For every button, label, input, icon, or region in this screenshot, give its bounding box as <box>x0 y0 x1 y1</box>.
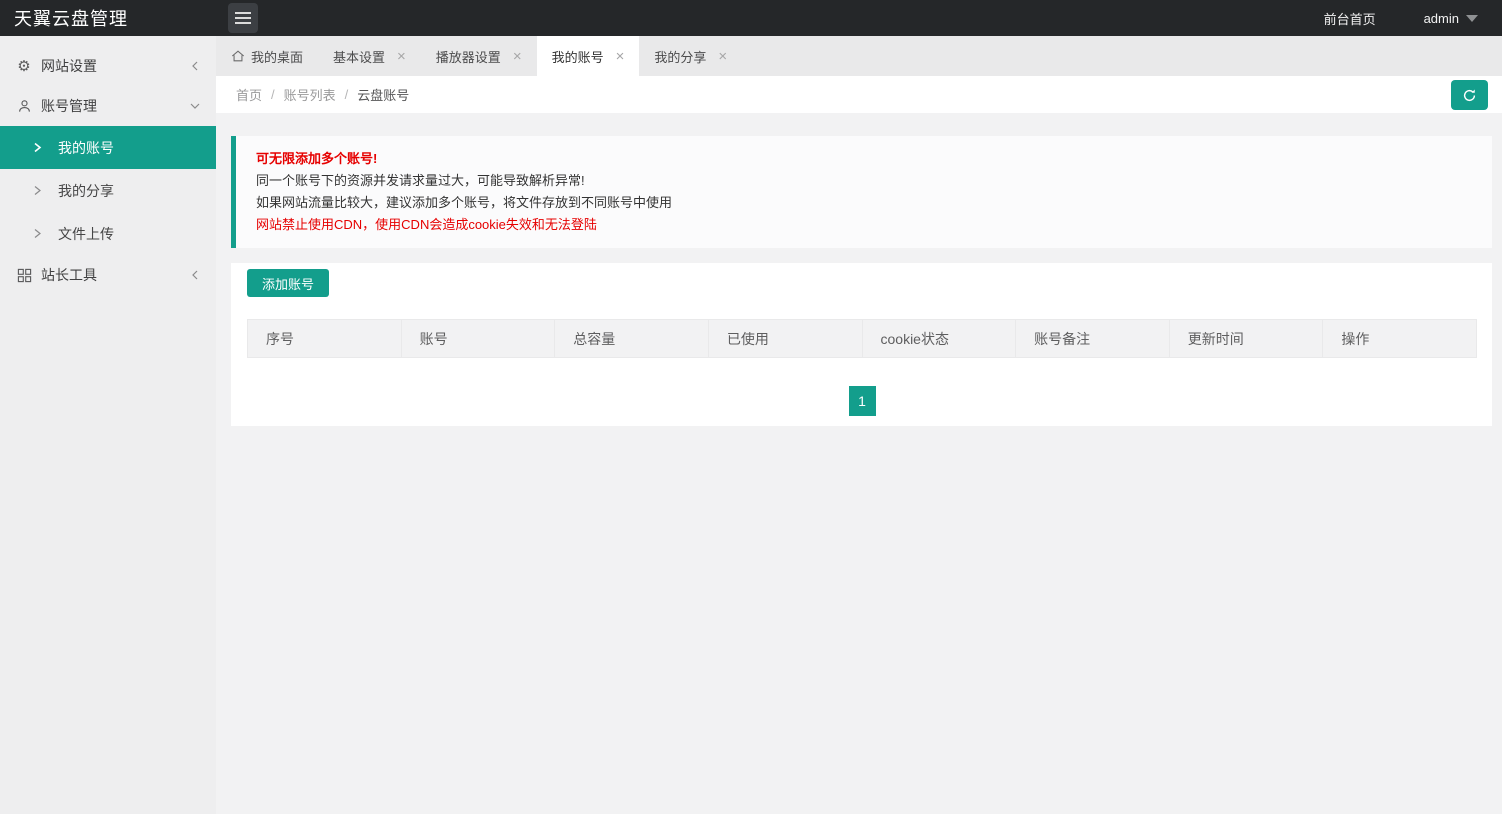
sidebar-subitem-my-shares[interactable]: 我的分享 <box>0 169 216 212</box>
grid-icon <box>16 267 32 283</box>
sidebar-subitem-label: 我的分享 <box>58 182 114 199</box>
breadcrumb-separator: / <box>271 87 275 102</box>
tab-my-shares[interactable]: 我的分享 × <box>639 36 742 76</box>
col-cookie-status: cookie状态 <box>861 319 1017 358</box>
tab-basic-settings[interactable]: 基本设置 × <box>318 36 421 76</box>
topbar-right: 前台首页 admin <box>1324 9 1502 28</box>
table-header-row: 序号 账号 总容量 已使用 cookie状态 账号备注 更新时间 操作 <box>247 319 1477 358</box>
accounts-panel: 添加账号 序号 账号 总容量 已使用 cookie状态 账号备注 更新时间 操作 <box>231 263 1492 426</box>
col-total-capacity: 总容量 <box>554 319 709 358</box>
breadcrumb-account-list[interactable]: 账号列表 <box>284 85 336 104</box>
close-icon[interactable]: × <box>513 49 522 64</box>
tab-player-settings[interactable]: 播放器设置 × <box>421 36 537 76</box>
page-body: 可无限添加多个账号! 同一个账号下的资源并发请求量过大，可能导致解析异常! 如果… <box>216 113 1502 814</box>
col-actions: 操作 <box>1322 319 1477 358</box>
user-menu[interactable]: admin <box>1424 11 1478 26</box>
home-icon <box>231 49 245 63</box>
breadcrumb-current: 云盘账号 <box>357 88 410 103</box>
topbar: 天翼云盘管理 前台首页 admin <box>0 0 1502 36</box>
notice-box: 可无限添加多个账号! 同一个账号下的资源并发请求量过大，可能导致解析异常! 如果… <box>231 136 1492 248</box>
caret-down-icon <box>1466 14 1478 22</box>
notice-line: 同一个账号下的资源并发请求量过大，可能导致解析异常! <box>256 173 585 188</box>
user-icon <box>16 98 32 114</box>
breadcrumb-home[interactable]: 首页 <box>236 85 262 104</box>
tab-label: 我的分享 <box>654 49 707 65</box>
col-used: 已使用 <box>707 319 863 358</box>
hamburger-menu-button[interactable] <box>228 3 258 33</box>
arrow-right-icon <box>33 228 42 239</box>
app-title: 天翼云盘管理 <box>14 9 128 29</box>
sidebar-item-label: 账号管理 <box>41 98 97 114</box>
add-account-button[interactable]: 添加账号 <box>247 269 330 297</box>
col-account-note: 账号备注 <box>1015 319 1170 358</box>
tab-bar: 我的桌面 基本设置 × 播放器设置 × 我的账号 × 我的分享 × <box>216 36 1502 76</box>
tab-label: 播放器设置 <box>435 49 501 65</box>
sidebar-subitem-label: 我的账号 <box>58 139 114 156</box>
sidebar-subitem-label: 文件上传 <box>58 225 114 242</box>
chevron-left-icon <box>190 270 200 280</box>
tab-label: 基本设置 <box>333 49 386 65</box>
arrow-right-icon <box>33 185 42 196</box>
accounts-table: 序号 账号 总容量 已使用 cookie状态 账号备注 更新时间 操作 <box>247 319 1477 358</box>
arrow-right-icon <box>33 142 42 153</box>
sidebar: ⚙ 网站设置 账号管理 我的账号 我的分享 文件上传 站长工具 <box>0 36 216 814</box>
tab-label: 我的账号 <box>551 49 604 65</box>
close-icon[interactable]: × <box>397 49 406 64</box>
breadcrumb-bar: 首页 / 账号列表 / 云盘账号 <box>216 76 1502 113</box>
col-account: 账号 <box>400 319 556 358</box>
notice-line: 网站禁止使用CDN，使用CDN会造成cookie失效和无法登陆 <box>256 217 597 232</box>
page-1-button[interactable]: 1 <box>848 386 876 416</box>
sidebar-item-label: 网站设置 <box>41 58 97 74</box>
tab-my-account[interactable]: 我的账号 × <box>536 36 640 76</box>
close-icon[interactable]: × <box>718 49 727 64</box>
sidebar-subitem-file-upload[interactable]: 文件上传 <box>0 212 216 255</box>
username-label: admin <box>1423 10 1459 26</box>
content-area: 我的桌面 基本设置 × 播放器设置 × 我的账号 × 我的分享 × 首页 / 账… <box>216 36 1502 814</box>
sidebar-item-label: 站长工具 <box>41 267 97 283</box>
refresh-icon <box>1462 88 1477 103</box>
frontpage-link[interactable]: 前台首页 <box>1324 9 1376 28</box>
sidebar-item-webmaster-tools[interactable]: 站长工具 <box>0 255 216 295</box>
close-icon[interactable]: × <box>616 49 625 64</box>
sidebar-subitem-my-account[interactable]: 我的账号 <box>0 126 216 169</box>
breadcrumb-separator: / <box>344 87 349 102</box>
chevron-down-icon <box>190 101 200 111</box>
pagination: 1 <box>247 386 1477 416</box>
sidebar-item-site-settings[interactable]: ⚙ 网站设置 <box>0 46 216 86</box>
notice-line: 如果网站流量比较大，建议添加多个账号，将文件存放到不同账号中使用 <box>256 195 673 210</box>
chevron-left-icon <box>190 61 200 71</box>
sidebar-item-account-management[interactable]: 账号管理 <box>0 86 216 126</box>
col-index: 序号 <box>247 319 402 358</box>
notice-line: 可无限添加多个账号! <box>256 151 378 166</box>
tab-label: 我的桌面 <box>251 49 304 65</box>
col-update-time: 更新时间 <box>1168 319 1324 358</box>
gear-icon: ⚙ <box>17 58 31 75</box>
tab-my-desktop[interactable]: 我的桌面 <box>216 36 318 76</box>
refresh-button[interactable] <box>1451 80 1488 110</box>
hamburger-icon <box>235 12 251 14</box>
